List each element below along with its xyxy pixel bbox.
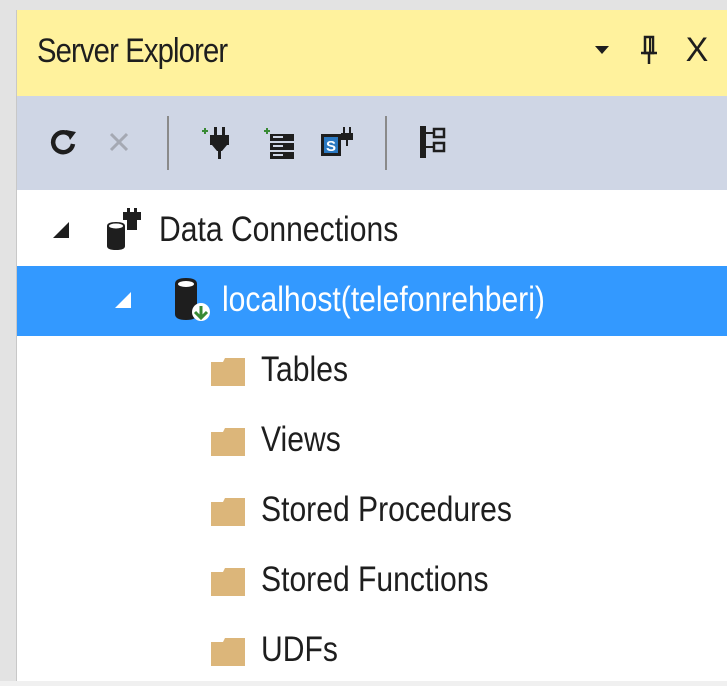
title-bar: Server Explorer X (17, 10, 727, 96)
tree-node-udfs[interactable]: UDFs (17, 616, 727, 686)
connect-to-server-button[interactable] (259, 122, 299, 162)
close-button[interactable]: X (677, 30, 717, 70)
pin-button[interactable] (629, 30, 669, 70)
database-icon (175, 278, 210, 321)
svg-text:S: S (326, 138, 336, 155)
close-icon: X (685, 30, 709, 69)
tree-node-label: Views (261, 420, 341, 459)
tree-node-label: Data Connections (159, 210, 399, 249)
tree-view-icon (420, 126, 446, 158)
server-explorer-panel: Server Explorer X S Data Connections loc… (16, 10, 727, 681)
tree-node-label: localhost(telefonrehberi) (222, 280, 545, 319)
folder-icon (211, 498, 245, 526)
connect-to-database-button[interactable] (197, 122, 237, 162)
server-add-icon (264, 128, 294, 159)
refresh-icon (50, 130, 76, 155)
tree-node-tables[interactable]: Tables (17, 336, 727, 406)
tree-node-label: Stored Procedures (261, 490, 512, 529)
panel-title: Server Explorer (37, 32, 228, 70)
tree-node-label: Tables (261, 350, 349, 389)
close-icon (109, 132, 129, 152)
tree-node-data-connections[interactable]: Data Connections (17, 196, 727, 266)
folder-icon (211, 358, 245, 386)
folder-icon (211, 638, 245, 666)
tree-node-stored-procedures[interactable]: Stored Procedures (17, 476, 727, 546)
plug-add-icon (202, 127, 229, 159)
folder-icon (211, 568, 245, 596)
tree-node-label: UDFs (261, 630, 338, 669)
stop-button[interactable] (99, 122, 139, 162)
data-connections-icon (107, 208, 141, 250)
window-position-dropdown-button[interactable] (582, 30, 622, 70)
filter-button[interactable] (413, 122, 453, 162)
expanded-triangle-icon[interactable] (113, 290, 133, 310)
sharepoint-icon: S (321, 127, 353, 156)
toolbar-separator (167, 116, 169, 170)
toolbar: S (17, 96, 727, 190)
expanded-triangle-icon[interactable] (51, 220, 71, 240)
toolbar-separator (385, 116, 387, 170)
tree-node-views[interactable]: Views (17, 406, 727, 476)
tree-node-stored-functions[interactable]: Stored Functions (17, 546, 727, 616)
refresh-button[interactable] (43, 122, 83, 162)
pin-icon (641, 35, 657, 64)
triangle-down-icon (595, 46, 609, 54)
connect-to-sharepoint-button[interactable]: S (317, 122, 357, 162)
tree-node-connection[interactable]: localhost(telefonrehberi) (17, 266, 727, 336)
folder-icon (211, 428, 245, 456)
tree-node-label: Stored Functions (261, 560, 489, 599)
